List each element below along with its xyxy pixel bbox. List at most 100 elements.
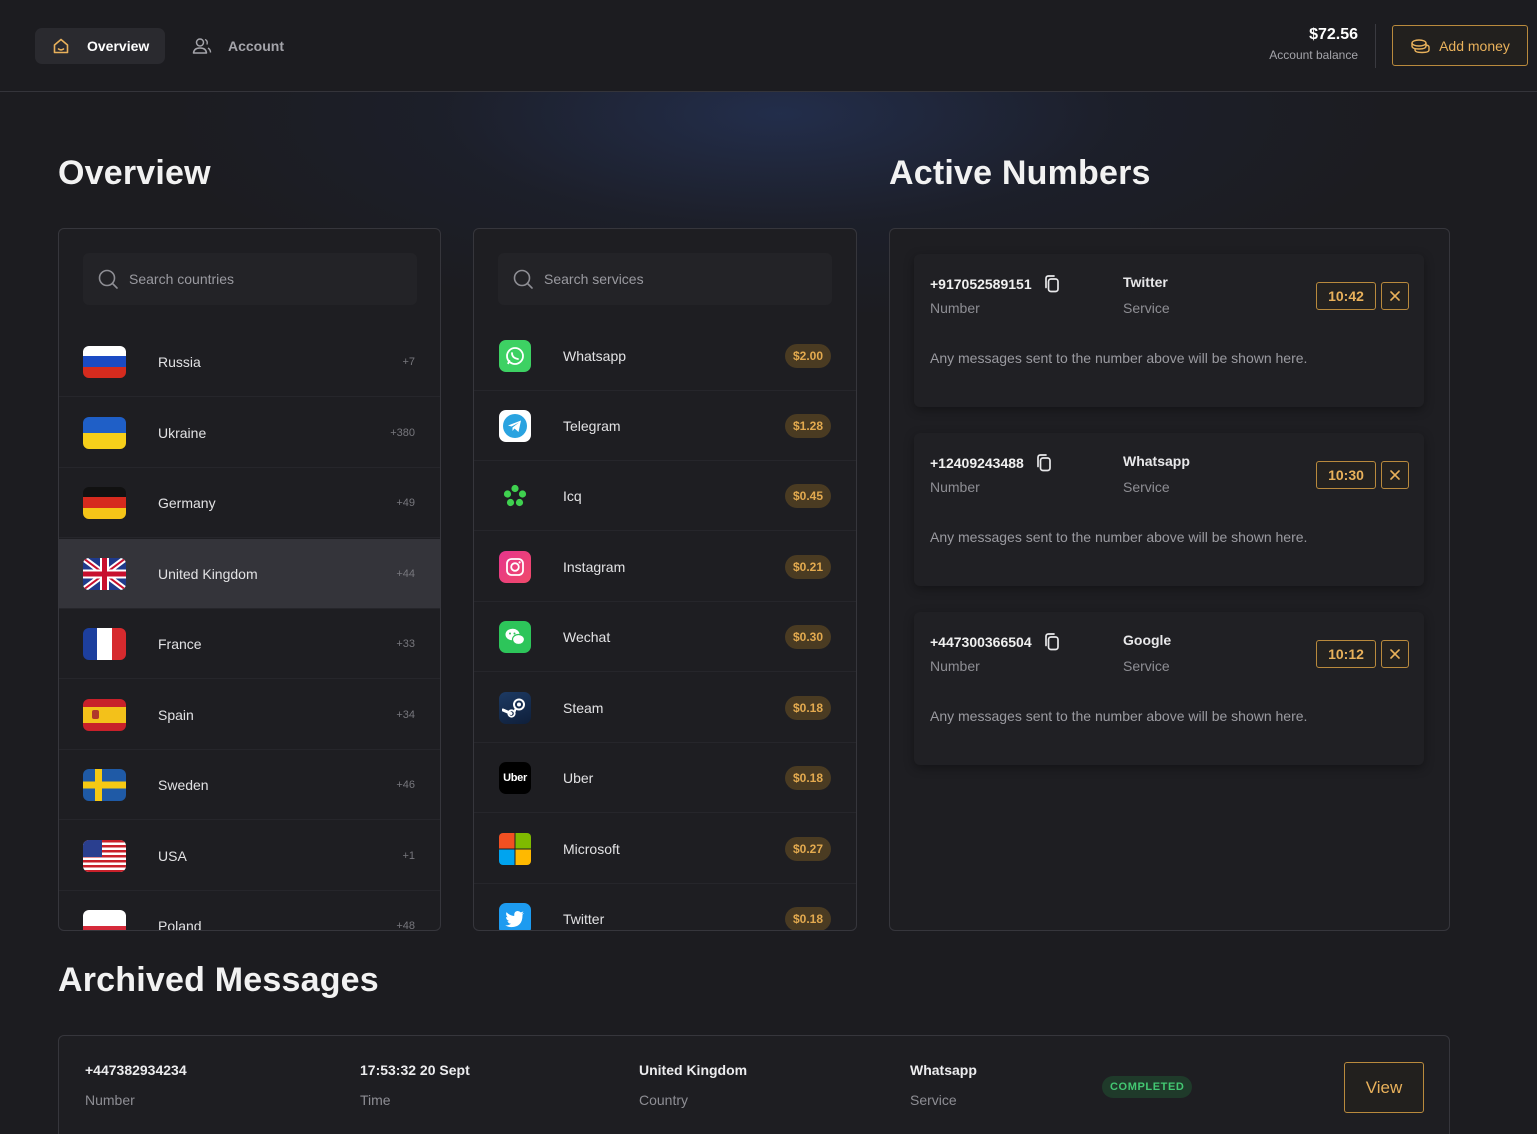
service-name: Microsoft bbox=[563, 840, 620, 857]
active-numbers-title: Active Numbers bbox=[889, 154, 1151, 192]
search-countries-input[interactable]: Search countries bbox=[83, 253, 417, 305]
country-code: +380 bbox=[390, 426, 415, 439]
service-name: Steam bbox=[563, 699, 604, 716]
phone-number: +917052589151 bbox=[930, 274, 1061, 294]
active-numbers-panel: +917052589151 Number Twitter Service 10:… bbox=[889, 228, 1450, 931]
country-code: +34 bbox=[396, 708, 415, 721]
number-label: Number bbox=[930, 479, 980, 495]
country-code: +33 bbox=[396, 637, 415, 650]
phone-number: +12409243488 bbox=[930, 453, 1053, 473]
service-price: $0.27 bbox=[784, 836, 831, 861]
service-name: Uber bbox=[563, 769, 594, 786]
archived-time: 17:53:32 20 Sept bbox=[360, 1062, 470, 1078]
balance-amount: $72.56 bbox=[1309, 26, 1358, 43]
country-row-france[interactable]: France +33 bbox=[59, 609, 440, 679]
sweden-flag-icon bbox=[83, 768, 126, 801]
cancel-number-button[interactable] bbox=[1381, 640, 1409, 668]
copy-icon[interactable] bbox=[1043, 274, 1061, 294]
country-row-sweden[interactable]: Sweden +46 bbox=[59, 750, 440, 820]
service-price: $0.45 bbox=[784, 483, 831, 508]
search-countries-placeholder: Search countries bbox=[129, 271, 235, 287]
archived-time-label: Time bbox=[360, 1092, 391, 1108]
service-price: $0.21 bbox=[784, 554, 831, 579]
cancel-number-button[interactable] bbox=[1381, 461, 1409, 489]
country-name: Russia bbox=[158, 353, 201, 370]
service-row-steam[interactable]: Steam $0.18 bbox=[474, 673, 856, 743]
number-label: Number bbox=[930, 300, 980, 316]
service-row-wechat[interactable]: Wechat $0.30 bbox=[474, 602, 856, 672]
copy-icon[interactable] bbox=[1043, 632, 1061, 652]
service-value: Whatsapp bbox=[1123, 453, 1190, 469]
service-row-whatsapp[interactable]: Whatsapp $2.00 bbox=[474, 321, 856, 391]
service-row-icq[interactable]: Icq $0.45 bbox=[474, 461, 856, 531]
close-icon bbox=[1390, 291, 1400, 301]
service-name: Twitter bbox=[563, 910, 605, 927]
close-icon bbox=[1390, 470, 1400, 480]
active-number-card: +917052589151 Number Twitter Service 10:… bbox=[914, 254, 1424, 407]
cancel-number-button[interactable] bbox=[1381, 282, 1409, 310]
country-name: Ukraine bbox=[158, 424, 207, 441]
country-row-usa[interactable]: USA +1 bbox=[59, 821, 440, 891]
country-row-united-kingdom[interactable]: United Kingdom +44 bbox=[59, 539, 440, 609]
france-flag-icon bbox=[83, 627, 126, 660]
country-row-poland[interactable]: Poland +48 bbox=[59, 891, 440, 930]
service-row-microsoft[interactable]: Microsoft $0.27 bbox=[474, 814, 856, 884]
search-icon bbox=[512, 268, 534, 290]
country-code: +49 bbox=[396, 496, 415, 509]
steam-icon bbox=[499, 691, 531, 724]
spain-flag-icon bbox=[83, 698, 126, 731]
search-services-input[interactable]: Search services bbox=[498, 253, 832, 305]
service-name: Wechat bbox=[563, 628, 611, 645]
archived-number: +447382934234 bbox=[85, 1062, 187, 1078]
add-money-button[interactable]: Add money bbox=[1392, 25, 1528, 66]
country-code: +44 bbox=[396, 567, 415, 580]
country-row-russia[interactable]: Russia +7 bbox=[59, 327, 440, 397]
country-code: +7 bbox=[402, 355, 415, 368]
service-name: Whatsapp bbox=[563, 347, 627, 364]
country-name: Germany bbox=[158, 494, 216, 511]
active-number-card: +12409243488 Number Whatsapp Service 10:… bbox=[914, 433, 1424, 586]
countdown-timer: 10:30 bbox=[1316, 461, 1376, 489]
view-button[interactable]: View bbox=[1344, 1062, 1424, 1113]
search-services-placeholder: Search services bbox=[544, 271, 644, 287]
tab-account-label: Account bbox=[228, 38, 284, 54]
service-label: Service bbox=[1123, 658, 1170, 674]
service-label: Service bbox=[1123, 479, 1170, 495]
country-code: +1 bbox=[402, 849, 415, 862]
country-name: United Kingdom bbox=[158, 565, 258, 582]
archived-service: Whatsapp bbox=[910, 1062, 977, 1078]
service-price: $0.30 bbox=[784, 624, 831, 649]
microsoft-icon bbox=[499, 832, 531, 865]
service-row-instagram[interactable]: Instagram $0.21 bbox=[474, 532, 856, 602]
countries-panel: Search countries Russia +7 Ukraine +380 … bbox=[58, 228, 441, 931]
home-icon bbox=[51, 36, 71, 56]
ukraine-flag-icon bbox=[83, 416, 126, 449]
messages-placeholder: Any messages sent to the number above wi… bbox=[930, 708, 1308, 724]
usa-flag-icon bbox=[83, 839, 126, 872]
countdown-timer: 10:12 bbox=[1316, 640, 1376, 668]
twitter-icon bbox=[499, 902, 531, 930]
country-row-spain[interactable]: Spain +34 bbox=[59, 680, 440, 750]
service-row-twitter[interactable]: Twitter $0.18 bbox=[474, 884, 856, 930]
archived-number-label: Number bbox=[85, 1092, 135, 1108]
archived-country: United Kingdom bbox=[639, 1062, 748, 1078]
tab-account[interactable]: Account bbox=[176, 28, 300, 64]
copy-icon[interactable] bbox=[1035, 453, 1053, 473]
service-price: $0.18 bbox=[784, 765, 831, 790]
service-name: Instagram bbox=[563, 558, 626, 575]
phone-number-value: +917052589151 bbox=[930, 276, 1032, 292]
services-panel: Search services Whatsapp $2.00 Telegram … bbox=[473, 228, 857, 931]
service-value: Google bbox=[1123, 632, 1172, 648]
phone-number-value: +447300366504 bbox=[930, 634, 1032, 650]
service-row-uber[interactable]: Uber Uber $0.18 bbox=[474, 743, 856, 813]
wechat-icon bbox=[499, 620, 531, 653]
service-name: Telegram bbox=[563, 417, 621, 434]
archived-country-label: Country bbox=[639, 1092, 689, 1108]
active-number-card: +447300366504 Number Google Service 10:1… bbox=[914, 612, 1424, 765]
country-row-ukraine[interactable]: Ukraine +380 bbox=[59, 398, 440, 468]
tab-overview[interactable]: Overview bbox=[35, 28, 166, 64]
coins-icon bbox=[1410, 38, 1430, 54]
country-row-germany[interactable]: Germany +49 bbox=[59, 468, 440, 538]
service-row-telegram[interactable]: Telegram $1.28 bbox=[474, 391, 856, 461]
germany-flag-icon bbox=[83, 486, 126, 519]
